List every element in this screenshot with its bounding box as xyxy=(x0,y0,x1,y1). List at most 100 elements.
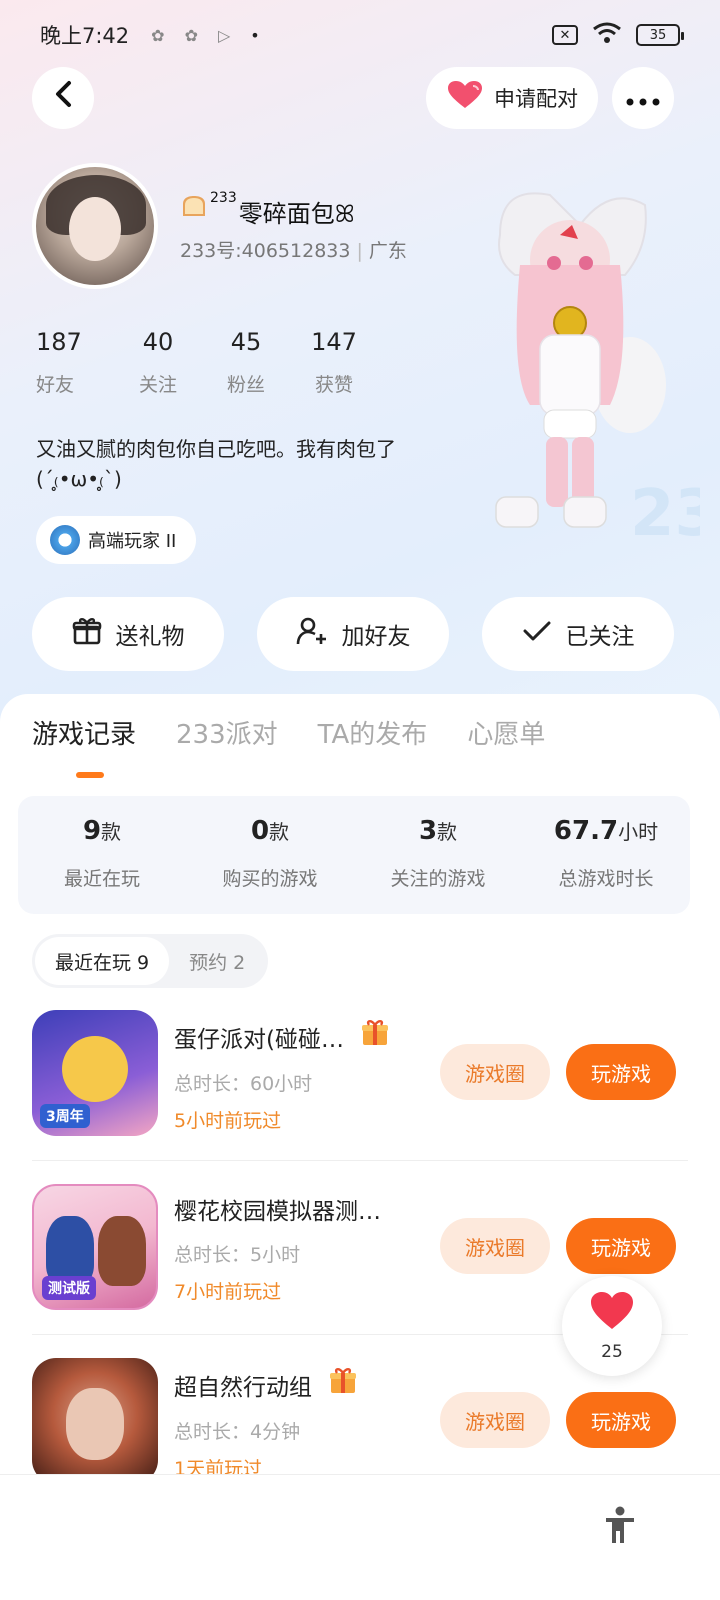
profile-stats: 187 好友 40 关注 45 粉丝 147 获赞 xyxy=(36,328,378,397)
nickname-text: 零碎面包ꕤ xyxy=(238,200,355,228)
summary-number: 9 xyxy=(82,816,102,846)
request-pair-button[interactable]: 申请配对 xyxy=(426,67,598,129)
tab-wishlist[interactable]: 心愿单 xyxy=(467,714,545,751)
list-item[interactable]: 超自然行动组 总时长：4分钟 1天前玩过 游戏圈 玩游戏 xyxy=(32,1358,688,1488)
gift-icon[interactable] xyxy=(360,1018,390,1055)
game-circle-button[interactable]: 游戏圈 xyxy=(440,1218,550,1274)
game-duration: 总时长：4分钟 xyxy=(174,1421,301,1443)
game-icon[interactable] xyxy=(32,1358,158,1484)
game-title: 蛋仔派对(碰碰… xyxy=(174,1026,344,1053)
add-friend-button[interactable]: 加好友 xyxy=(257,597,449,671)
like-button[interactable]: 25 xyxy=(562,1276,662,1376)
list-item[interactable]: 3周年 蛋仔派对(碰碰… 总时长：60小时 5小时前玩过 游戏圈 玩游戏 xyxy=(32,1010,688,1140)
dot-icon: • xyxy=(250,25,260,45)
tab-233-party[interactable]: 233派对 xyxy=(176,714,278,751)
game-icon-tag: 3周年 xyxy=(40,1104,90,1128)
summary-unit: 款 xyxy=(101,820,122,844)
game-last-played: 5小时前玩过 xyxy=(174,1110,282,1132)
avatar-3d-character[interactable]: 233 xyxy=(460,185,720,551)
game-info: 超自然行动组 总时长：4分钟 1天前玩过 xyxy=(174,1358,432,1481)
active-tab-indicator xyxy=(76,772,104,778)
play-notification-icon: ▷ xyxy=(217,25,231,45)
game-duration: 总时长：60小时 xyxy=(174,1073,313,1095)
stat-likes[interactable]: 147 获赞 xyxy=(290,328,378,397)
wifi-icon xyxy=(592,22,622,49)
game-icon[interactable]: 3周年 xyxy=(32,1010,158,1136)
back-button[interactable] xyxy=(32,67,94,129)
status-time: 晚上7:42 xyxy=(40,24,130,48)
stat-fans[interactable]: 45 粉丝 xyxy=(202,328,290,397)
stat-label: 粉丝 xyxy=(226,374,265,396)
separator: | xyxy=(356,240,363,262)
check-icon xyxy=(522,619,552,650)
game-icon-art xyxy=(66,1388,124,1460)
game-title-row: 超自然行动组 xyxy=(174,1366,432,1403)
summary-unit: 款 xyxy=(437,820,458,844)
request-pair-label: 申请配对 xyxy=(494,87,578,111)
stat-number: 147 xyxy=(311,328,357,356)
game-icon-tag: 测试版 xyxy=(42,1276,96,1300)
status-right: ✕ 35 xyxy=(552,22,684,49)
svg-text:233: 233 xyxy=(630,477,700,545)
tab-game-records[interactable]: 游戏记录 xyxy=(32,714,136,751)
heart-icon xyxy=(589,1291,635,1338)
nickname: 233 零碎面包ꕤ xyxy=(180,190,355,229)
add-user-icon xyxy=(296,616,328,653)
game-summary: 9款 最近在玩 0款 购买的游戏 3款 关注的游戏 67.7小时 总游戏时长 xyxy=(18,796,690,914)
game-icon-art xyxy=(98,1216,146,1286)
summary-recent-playing[interactable]: 9款 最近在玩 xyxy=(18,796,186,914)
game-icon[interactable]: 测试版 xyxy=(32,1184,158,1310)
game-title: 超自然行动组 xyxy=(174,1374,312,1401)
stat-label: 关注 xyxy=(138,374,177,396)
followed-button[interactable]: 已关注 xyxy=(482,597,674,671)
accessibility-icon[interactable] xyxy=(602,1505,638,1545)
uid-line: 233号:406512833 | 广东 xyxy=(180,236,407,263)
user-id: 233号:406512833 xyxy=(180,240,351,262)
bread-icon xyxy=(180,194,208,224)
user-avatar[interactable] xyxy=(32,163,158,289)
app-notification-icon: ✿ xyxy=(184,25,198,45)
sim-off-icon: ✕ xyxy=(552,25,578,45)
app-notification-icon: ✿ xyxy=(151,25,165,45)
segment-recent[interactable]: 最近在玩 9 xyxy=(35,937,170,985)
game-last-played: 7小时前玩过 xyxy=(174,1281,282,1303)
player-level-badge[interactable]: ★ 高端玩家 II xyxy=(36,516,197,564)
game-info: 樱花校园模拟器测… 总时长：5小时 7小时前玩过 xyxy=(174,1184,432,1304)
game-circle-button[interactable]: 游戏圈 xyxy=(440,1044,550,1100)
summary-unit: 款 xyxy=(269,820,290,844)
summary-label: 购买的游戏 xyxy=(222,868,318,890)
summary-purchased[interactable]: 0款 购买的游戏 xyxy=(186,796,354,914)
game-title-row: 樱花校园模拟器测… xyxy=(174,1192,432,1226)
heart-icon xyxy=(446,80,484,116)
tab-posts[interactable]: TA的发布 xyxy=(318,714,428,751)
send-gift-button[interactable]: 送礼物 xyxy=(32,597,224,671)
stat-following[interactable]: 40 关注 xyxy=(114,328,202,397)
game-title: 樱花校园模拟器测… xyxy=(174,1199,381,1225)
profile-actions: 送礼物 加好友 已关注 xyxy=(32,597,674,671)
gift-icon[interactable] xyxy=(328,1366,358,1403)
play-game-button[interactable]: 玩游戏 xyxy=(566,1218,676,1274)
chevron-left-icon xyxy=(53,80,73,116)
gift-icon xyxy=(72,616,102,653)
summary-number: 67.7 xyxy=(553,816,619,846)
game-duration: 总时长：5小时 xyxy=(174,1244,301,1266)
more-options-button[interactable] xyxy=(612,67,674,129)
summary-total-playtime[interactable]: 67.7小时 总游戏时长 xyxy=(522,796,690,914)
badge-medal-icon: ★ xyxy=(50,525,80,555)
play-game-button[interactable]: 玩游戏 xyxy=(566,1392,676,1448)
summary-followed-games[interactable]: 3款 关注的游戏 xyxy=(354,796,522,914)
profile-tabs: 游戏记录 233派对 TA的发布 心愿单 xyxy=(32,714,545,751)
summary-label: 关注的游戏 xyxy=(390,868,486,890)
region: 广东 xyxy=(368,240,407,262)
nickname-prefix: 233 xyxy=(210,190,237,206)
segment-reserve[interactable]: 预约 2 xyxy=(169,937,265,985)
stat-friends[interactable]: 187 好友 xyxy=(36,328,114,397)
more-icon xyxy=(626,83,660,113)
notification-icons: ✿ ✿ ▷ • xyxy=(151,26,260,45)
summary-number: 0 xyxy=(250,816,270,846)
game-circle-button[interactable]: 游戏圈 xyxy=(440,1392,550,1448)
battery-icon: 35 xyxy=(636,24,684,46)
game-title-row: 蛋仔派对(碰碰… xyxy=(174,1018,432,1055)
play-game-button[interactable]: 玩游戏 xyxy=(566,1044,676,1100)
bottom-bar xyxy=(0,1474,720,1600)
